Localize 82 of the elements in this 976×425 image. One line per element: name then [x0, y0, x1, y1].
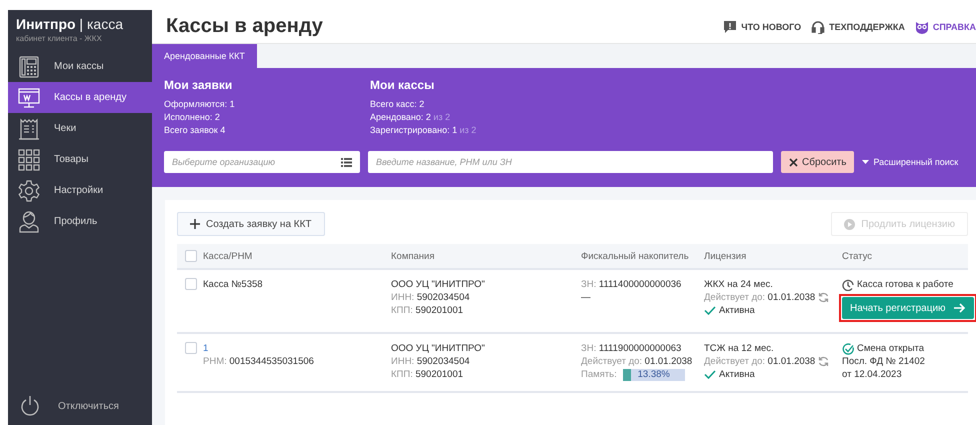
brand-subtitle: кабинет клиента - ЖКХ	[16, 34, 103, 43]
summary-line: Всего заявок 4	[164, 124, 226, 137]
company-detail: ИНН: 5902034504	[391, 355, 471, 368]
clock-icon	[842, 278, 854, 290]
receipt-icon	[18, 118, 40, 140]
brand-logo: Инитпро | касса	[16, 16, 124, 32]
memory-reading: 13.38%	[636, 368, 671, 380]
sidebar-item[interactable]: Мои кассы	[8, 51, 152, 82]
license-valid: Действует до: 01.01.2038	[704, 291, 816, 304]
sidebar-item[interactable]: Чеки	[8, 113, 152, 144]
column-header: Касса/РНМ	[203, 250, 252, 262]
person-icon	[18, 210, 40, 232]
status-detail: от 12.04.2023	[842, 368, 903, 381]
search-field[interactable]: Введите название, РНМ или ЗН	[368, 151, 773, 173]
fiscal-detail: —	[581, 291, 592, 304]
plus-icon	[190, 219, 200, 229]
checkbox[interactable]	[185, 250, 197, 262]
caret-icon	[862, 160, 870, 164]
company-detail: ИНН: 5902034504	[391, 291, 471, 304]
company-name: ООО УЦ "ИНИТПРО"	[391, 278, 486, 291]
license-plan: ТСЖ на 12 мес.	[704, 342, 775, 355]
advanced-search-link[interactable]: Расширенный поиск	[862, 157, 958, 167]
column-header: Статус	[842, 250, 872, 262]
refresh-icon	[818, 356, 830, 367]
sidebar-item[interactable]: Профиль	[8, 206, 152, 237]
logout-button[interactable]: Отключиться	[8, 395, 152, 425]
fiscal-detail: ЗН: 1111400000000036	[581, 278, 682, 291]
refresh-icon	[818, 292, 830, 303]
close-icon	[789, 158, 798, 166]
register-link[interactable]: 1	[203, 342, 208, 355]
sidebar-item[interactable]: Кассы в аренду	[8, 82, 152, 113]
check-circle-icon	[842, 342, 854, 354]
play-icon	[844, 218, 856, 230]
sidebar-item[interactable]: Товары	[8, 144, 152, 175]
column-header: Лицензия	[704, 250, 746, 262]
status-detail: Посл. ФД № 21402	[842, 355, 926, 368]
register-icon	[18, 56, 40, 78]
rnm-text: РНМ: 0015344535031506	[203, 355, 314, 368]
arrow-right-icon	[954, 303, 966, 313]
list-icon	[341, 158, 352, 167]
owl-icon	[914, 20, 929, 34]
license-state: Активна	[719, 304, 755, 317]
checkbox[interactable]	[185, 278, 197, 290]
memory-label: Память:	[581, 368, 617, 381]
summary-title: Мои кассы	[370, 78, 436, 92]
header-link[interactable]: ЧТО НОВОГО	[723, 20, 802, 34]
monitor-icon	[18, 86, 40, 108]
check-icon	[704, 306, 716, 315]
summary-line: Зарегистрировано: 1 из 2	[370, 124, 478, 137]
header-link[interactable]: ТЕХПОДДЕРЖКА	[811, 20, 905, 34]
status-text: Касса готова к работе	[857, 278, 954, 291]
check-icon	[704, 370, 716, 379]
header-link[interactable]: СПРАВКА	[914, 20, 976, 34]
fiscal-detail: ЗН: 1111900000000063	[581, 342, 682, 355]
grid-icon	[18, 148, 40, 170]
register-name: Касса №5358	[203, 278, 263, 291]
create-request-button[interactable]: Создать заявку на ККТ	[177, 212, 325, 236]
sidebar-item[interactable]: Настройки	[8, 175, 152, 206]
summary-line: Арендовано: 2 из 2	[370, 111, 452, 124]
page-title: Кассы в аренду	[166, 15, 324, 38]
license-plan: ЖКХ на 24 мес.	[704, 278, 774, 291]
column-header: Компания	[391, 250, 434, 262]
license-state: Активна	[719, 368, 755, 381]
summary-title: Мои заявки	[164, 78, 234, 92]
summary-line: Всего касс: 2	[370, 98, 426, 111]
reset-button[interactable]: Сбросить	[781, 151, 854, 173]
company-detail: КПП: 590201001	[391, 304, 464, 317]
column-header: Фискальный накопитель	[581, 250, 689, 262]
summary-line: Оформляются: 1	[164, 98, 236, 111]
power-icon	[20, 395, 40, 417]
company-name: ООО УЦ "ИНИТПРО"	[391, 342, 486, 355]
fiscal-detail: Действует до: 01.01.2038	[581, 355, 694, 368]
status-text: Смена открыта	[857, 342, 924, 355]
organization-select[interactable]: Выберите организацию	[164, 151, 360, 173]
summary-line: Исполнено: 2	[164, 111, 221, 124]
tab[interactable]: Арендованные ККТ	[152, 44, 257, 68]
headset-icon	[811, 20, 826, 34]
company-detail: КПП: 590201001	[391, 368, 464, 381]
message-icon	[723, 20, 738, 34]
license-valid: Действует до: 01.01.2038	[704, 355, 816, 368]
gear-icon	[18, 180, 40, 202]
checkbox[interactable]	[185, 342, 197, 354]
